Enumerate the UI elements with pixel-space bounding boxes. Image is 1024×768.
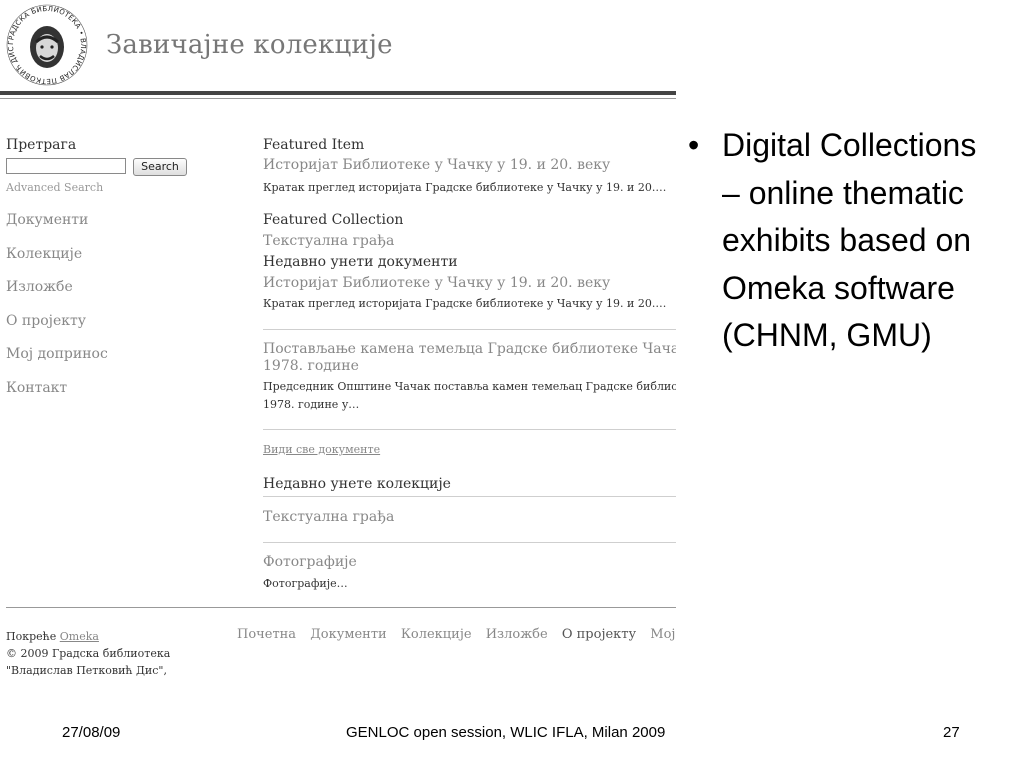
nav-item-about[interactable]: О пројекту	[6, 313, 108, 347]
collection-separator	[263, 542, 676, 543]
recent-collections-heading: Недавно унете колекције	[263, 476, 451, 492]
advanced-search-link[interactable]: Advanced Search	[6, 181, 103, 194]
footer-nav-documents[interactable]: Документи	[310, 627, 387, 642]
recent-item-desc: Председник Општине Чачак поставља камен …	[263, 380, 676, 393]
featured-collection-heading: Featured Collection	[263, 212, 404, 228]
recent-collection-desc: Фотографије…	[263, 577, 348, 590]
recent-collection-title[interactable]: Фотографије	[263, 554, 357, 570]
recent-item-desc: Кратак преглед историјата Градске библио…	[263, 297, 667, 310]
slide-session: GENLOC open session, WLIC IFLA, Milan 20…	[346, 724, 666, 741]
bullet-text: Digital Collections – online thematic ex…	[722, 127, 977, 353]
footer-nav-collections[interactable]: Колекције	[401, 627, 472, 642]
item-separator	[263, 429, 676, 430]
header-divider	[0, 91, 676, 95]
nav-item-contribute[interactable]: Мој допринос	[6, 346, 108, 380]
view-all-items-link[interactable]: Види све документе	[263, 443, 380, 456]
recent-item-title[interactable]: Историјат Библиотеке у Чачку у 19. и 20.…	[263, 275, 610, 291]
copyright-line: © 2009 Градска библиотека	[6, 647, 171, 660]
search-button[interactable]: Search	[133, 158, 187, 176]
search-input[interactable]	[6, 158, 126, 174]
screenshot-panel: ГРАДСКА БИБЛИОТЕКА • ВЛАДИСЛАВ ПЕТКОВИЋ …	[0, 0, 676, 690]
search-heading: Претрага	[6, 137, 77, 153]
nav-item-contact[interactable]: Контакт	[6, 380, 108, 414]
slide-date: 27/08/09	[62, 724, 121, 741]
recent-collection-title[interactable]: Текстуална грађа	[263, 509, 394, 525]
library-logo: ГРАДСКА БИБЛИОТЕКА • ВЛАДИСЛАВ ПЕТКОВИЋ …	[6, 4, 88, 86]
nav-item-collections[interactable]: Колекције	[6, 246, 108, 280]
footer-nav-home[interactable]: Почетна	[237, 627, 296, 642]
footer-nav: Почетна Документи Колекције Изложбе О пр…	[237, 627, 676, 642]
nav-item-documents[interactable]: Документи	[6, 212, 108, 246]
omeka-link[interactable]: Omeka	[60, 630, 99, 643]
footer-credits: Покреће Omeka © 2009 Градска библиотека …	[6, 628, 170, 679]
recent-items-heading: Недавно унети документи	[263, 254, 458, 270]
featured-item-title[interactable]: Историјат Библиотеке у Чачку у 19. и 20.…	[263, 157, 610, 173]
featured-item-heading: Featured Item	[263, 137, 365, 153]
featured-collection-title[interactable]: Текстуална грађа	[263, 233, 394, 249]
recent-item-title-cont[interactable]: 1978. године	[263, 358, 359, 374]
item-separator	[263, 329, 676, 330]
footer-nav-exhibits[interactable]: Изложбе	[486, 627, 548, 642]
footer-divider	[6, 607, 676, 608]
header-divider-thin	[0, 98, 676, 99]
copyright-line: "Владислав Петковић Дис",	[6, 664, 167, 677]
site-title[interactable]: Завичајне колекције	[106, 30, 393, 60]
collection-separator	[263, 496, 676, 497]
recent-item-desc-cont: 1978. године у…	[263, 398, 360, 411]
footer-nav-contribute[interactable]: Мој до	[650, 627, 676, 642]
slide-page-number: 27	[943, 724, 960, 741]
recent-item-title[interactable]: Постављање камена темељца Градске библио…	[263, 341, 676, 357]
sidebar-nav: Документи Колекције Изложбе О пројекту М…	[6, 212, 108, 414]
powered-by-label: Покреће	[6, 630, 57, 643]
featured-item-desc: Кратак преглед историјата Градске библио…	[263, 181, 667, 194]
nav-item-exhibits[interactable]: Изложбе	[6, 279, 108, 313]
bullet-marker: •	[688, 127, 700, 163]
footer-nav-about[interactable]: О пројекту	[562, 627, 636, 642]
